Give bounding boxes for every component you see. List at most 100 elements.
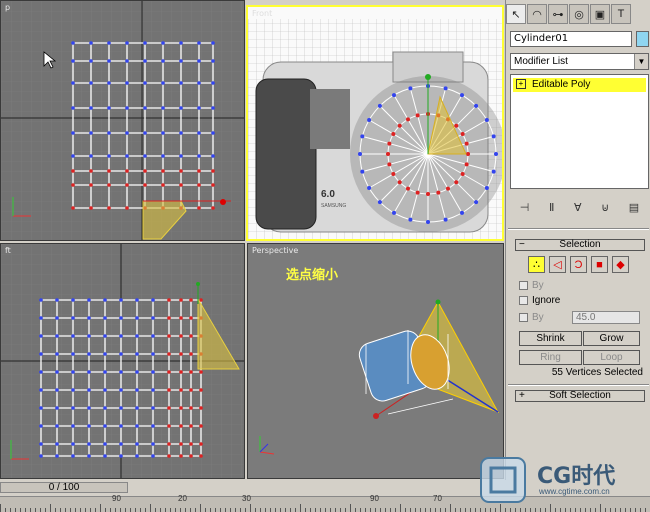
hierarchy-tab-icon[interactable]: ⊶ [548,4,568,24]
mesh-vertex [167,298,171,302]
soft-selection-rollout-header[interactable]: + Soft Selection [515,390,645,402]
mesh-vertex [125,183,129,187]
remove-modifier-icon[interactable]: ⊍ [601,201,609,214]
mesh-vertex [89,154,93,158]
mesh-vertex [87,370,91,374]
mesh-vertex [119,334,123,338]
stack-item-editable-poly[interactable]: + Editable Poly [513,78,646,92]
mesh-vertex [179,442,183,446]
ruler-tick [35,508,36,512]
viewport-left[interactable]: ft [0,243,245,479]
frame-counter: 0 / 100 [48,482,80,493]
mesh-vertex [103,316,107,320]
modify-tab-icon[interactable]: ◠ [527,4,547,24]
mesh-vertex [189,442,193,446]
make-unique-icon[interactable]: ∀ [574,201,582,214]
polygon-level-icon[interactable]: ■ [591,256,608,273]
mesh-vertex [135,352,139,356]
mesh-vertex [161,169,165,173]
mesh-vertex [55,454,59,458]
expand-plus-icon[interactable]: + [516,79,526,90]
viewport-perspective[interactable]: Perspective 选点缩小 [247,243,504,479]
ruler-tick [175,508,176,512]
ruler-tick [70,508,71,512]
ruler-tick [335,508,336,512]
viewport-top[interactable]: p [0,0,245,241]
mesh-vertex [167,454,171,458]
ignore-backfacing-label: Ignore [532,295,561,306]
ruler-tick [470,508,471,512]
mesh-vertex [125,81,129,85]
vertex-level-icon[interactable]: ∴ [528,256,545,273]
selection-rollout-header[interactable]: − Selection [515,239,645,251]
element-level-icon[interactable]: ◆ [612,256,629,273]
expand-plus-icon: + [519,390,525,401]
mesh-vertex [135,334,139,338]
mesh-vertex [443,217,448,222]
mesh-vertex [179,298,183,302]
angle-spinner[interactable]: 45.0 [572,311,640,324]
ring-button[interactable]: Ring [519,350,582,365]
mesh-vertex [55,442,59,446]
mesh-vertex [197,106,201,110]
mesh-vertex [211,81,215,85]
object-color-swatch[interactable] [636,31,649,47]
ruler-tick [40,508,41,512]
mesh-vertex [167,388,171,392]
by-angle-checkbox[interactable]: By [519,312,544,323]
mesh-vertex [446,186,450,191]
mesh-vertex [143,154,147,158]
mesh-vertex [89,183,93,187]
ruler-tick [80,508,81,512]
ruler-tick [315,508,316,512]
mesh-vertex [179,454,183,458]
create-tab-cursor-icon[interactable]: ↖ [506,4,526,24]
camera-model-text: 6.0 [321,189,335,200]
ruler-tick [130,508,131,512]
utilities-tab-icon[interactable]: T [611,4,631,24]
mesh-vertex [87,454,91,458]
display-tab-icon[interactable]: ▣ [590,4,610,24]
mesh-vertex [443,86,448,91]
shrink-button[interactable]: Shrink [519,331,582,346]
ruler-tick [295,508,296,512]
mesh-vertex [103,298,107,302]
pin-stack-icon[interactable]: ⊣ [520,201,530,214]
ruler-tick [240,508,241,512]
mesh-vertex [408,86,413,91]
divider [508,228,649,230]
time-slider[interactable]: 0 / 100 [0,482,128,493]
mesh-vertex [89,106,93,110]
modifier-list-dropdown[interactable]: Modifier List ▼ [510,53,649,70]
mesh-vertex [87,298,91,302]
mesh-vertex [71,106,75,110]
configure-modifier-sets-icon[interactable]: ▤ [629,201,639,214]
ruler-tick [440,508,441,512]
ruler-label: 30 [242,494,251,503]
object-name-field[interactable]: Cylinder01 [510,31,632,47]
by-vertex-checkbox[interactable]: By [519,280,544,291]
mesh-vertex [151,334,155,338]
border-level-icon[interactable]: Ͻ [570,256,587,273]
ignore-backfacing-checkbox[interactable]: Ignore [519,295,560,306]
mesh-vertex [119,316,123,320]
chevron-down-icon: ▼ [634,54,648,69]
ruler-tick [285,508,286,512]
ruler-tick [460,508,461,512]
edge-level-icon[interactable]: ◁ [549,256,566,273]
mesh-vertex [135,424,139,428]
mesh-vertex [386,152,390,156]
mesh-vertex [107,131,111,135]
mesh-vertex [199,406,203,410]
grow-button[interactable]: Grow [583,331,640,346]
viewport-front[interactable]: Front 6.0 SAMSUNG [246,5,504,241]
motion-tab-icon[interactable]: ◎ [569,4,589,24]
mesh-vertex [125,131,129,135]
viewport-label-top: p [5,3,11,12]
ruler-tick [105,508,106,512]
mesh-vertex [167,406,171,410]
loop-button[interactable]: Loop [583,350,640,365]
mesh-vertex [55,334,59,338]
show-end-result-icon[interactable]: Ⅱ [549,201,554,214]
mesh-vertex [125,59,129,63]
